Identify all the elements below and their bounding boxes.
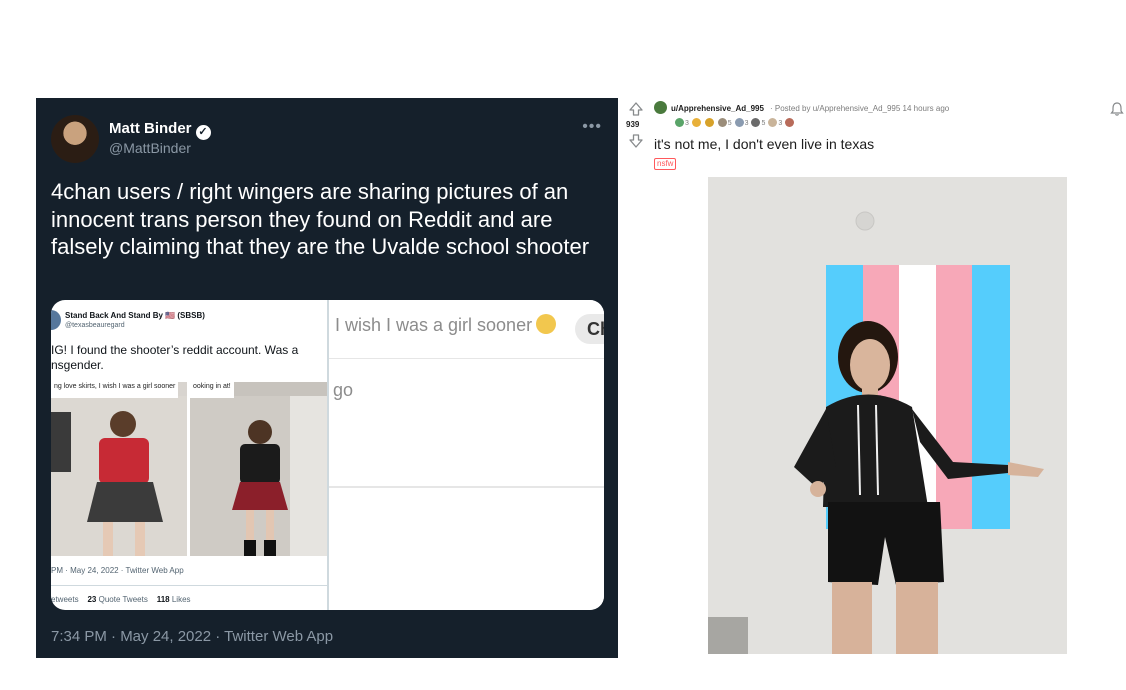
- likes-count: 118: [156, 595, 170, 604]
- embedded-photo-left: ng love skirts, I wish I was a girl soon…: [51, 382, 187, 556]
- embedded-author-handle: @texasbeauregard: [65, 322, 125, 329]
- tweet-text: 4chan users / right wingers are sharing …: [51, 179, 590, 259]
- award-icon: [734, 118, 744, 127]
- award-icon: [691, 118, 701, 127]
- retweets-label: etweets: [51, 595, 79, 604]
- zoomed-message: I wish I was a girl sooner: [335, 314, 557, 336]
- embedded-screenshot[interactable]: Stand Back And Stand By 🇺🇸 (SBSB) @texas…: [51, 300, 604, 610]
- post-title[interactable]: it's not me, I don't even live in texas: [654, 136, 874, 152]
- post-image[interactable]: [708, 177, 1067, 654]
- likes-label: Likes: [171, 595, 191, 604]
- award-icon: [675, 118, 684, 127]
- tweet-timestamp[interactable]: 7:34 PM · May 24, 2022 · Twitter Web App: [51, 628, 333, 645]
- more-options-icon[interactable]: •••: [582, 118, 602, 136]
- award-icon: [768, 118, 778, 127]
- post-image-scene: [708, 177, 1067, 654]
- post-username[interactable]: u/Apprehensive_Ad_995: [671, 104, 764, 113]
- award-count: 3: [778, 120, 783, 127]
- photo-left-figure: [51, 396, 187, 556]
- embedded-author-avatar: [51, 310, 61, 330]
- embedded-divider: [51, 585, 327, 586]
- award-count: 3: [744, 120, 749, 127]
- tweet-card: Matt Binder ✓ @MattBinder ••• 4chan users…: [36, 98, 618, 658]
- zoomed-divider-top: [329, 358, 604, 359]
- zoomed-divider-bottom: [329, 486, 604, 488]
- award-icon: [751, 118, 761, 127]
- award-count: 3: [685, 120, 689, 127]
- embedded-tweet-stats: etweets 23 Quote Tweets 118 Likes: [51, 595, 191, 604]
- embedded-photo-right: ooking in at!: [190, 382, 327, 556]
- vote-count: 939: [626, 120, 640, 129]
- award-count: 5: [727, 120, 732, 127]
- author-name[interactable]: Matt Binder: [109, 120, 192, 137]
- embedded-tweet-timestamp: PM · May 24, 2022 · Twitter Web App: [51, 566, 184, 575]
- posted-by-meta: · Posted by u/Apprehensive_Ad_995 14 hou…: [770, 104, 950, 113]
- award-icon: [717, 118, 727, 127]
- embedded-author-name: Stand Back And Stand By 🇺🇸 (SBSB): [65, 311, 205, 320]
- embedded-zoomed-crop: I wish I was a girl sooner Ch go: [329, 300, 604, 610]
- quote-label: Quote Tweets: [98, 595, 148, 604]
- award-icon: [785, 118, 795, 127]
- embedded-tweet: Stand Back And Stand By 🇺🇸 (SBSB) @texas…: [51, 300, 329, 610]
- author-avatar[interactable]: [51, 115, 99, 163]
- author-handle[interactable]: @MattBinder: [109, 140, 191, 156]
- upvote-arrow-icon[interactable]: [628, 101, 644, 117]
- zoomed-fragment: go: [333, 380, 354, 400]
- author-name-row[interactable]: Matt Binder ✓: [109, 120, 211, 140]
- award-count: 5: [761, 120, 766, 127]
- zoomed-chip: Ch: [575, 314, 604, 344]
- photo-right-figure: [190, 396, 327, 556]
- user-avatar-icon[interactable]: [654, 101, 667, 114]
- award-icon: [704, 118, 714, 127]
- awards-row[interactable]: 3 5 3 5 3: [674, 118, 795, 129]
- verified-badge-icon: ✓: [195, 125, 211, 140]
- photo-caption-left: ng love skirts, I wish I was a girl soon…: [51, 382, 179, 398]
- zoomed-message-text: I wish I was a girl sooner: [335, 315, 533, 335]
- nsfw-tag: nsfw: [654, 158, 677, 170]
- quote-count: 23: [87, 595, 97, 604]
- pleading-face-icon: [536, 314, 557, 334]
- embedded-tweet-text: IG! I found the shooter’s reddit account…: [51, 343, 299, 372]
- notification-bell-icon[interactable]: [1109, 101, 1125, 117]
- photo-caption-right: ooking in at!: [190, 382, 234, 398]
- downvote-arrow-icon[interactable]: [628, 133, 644, 149]
